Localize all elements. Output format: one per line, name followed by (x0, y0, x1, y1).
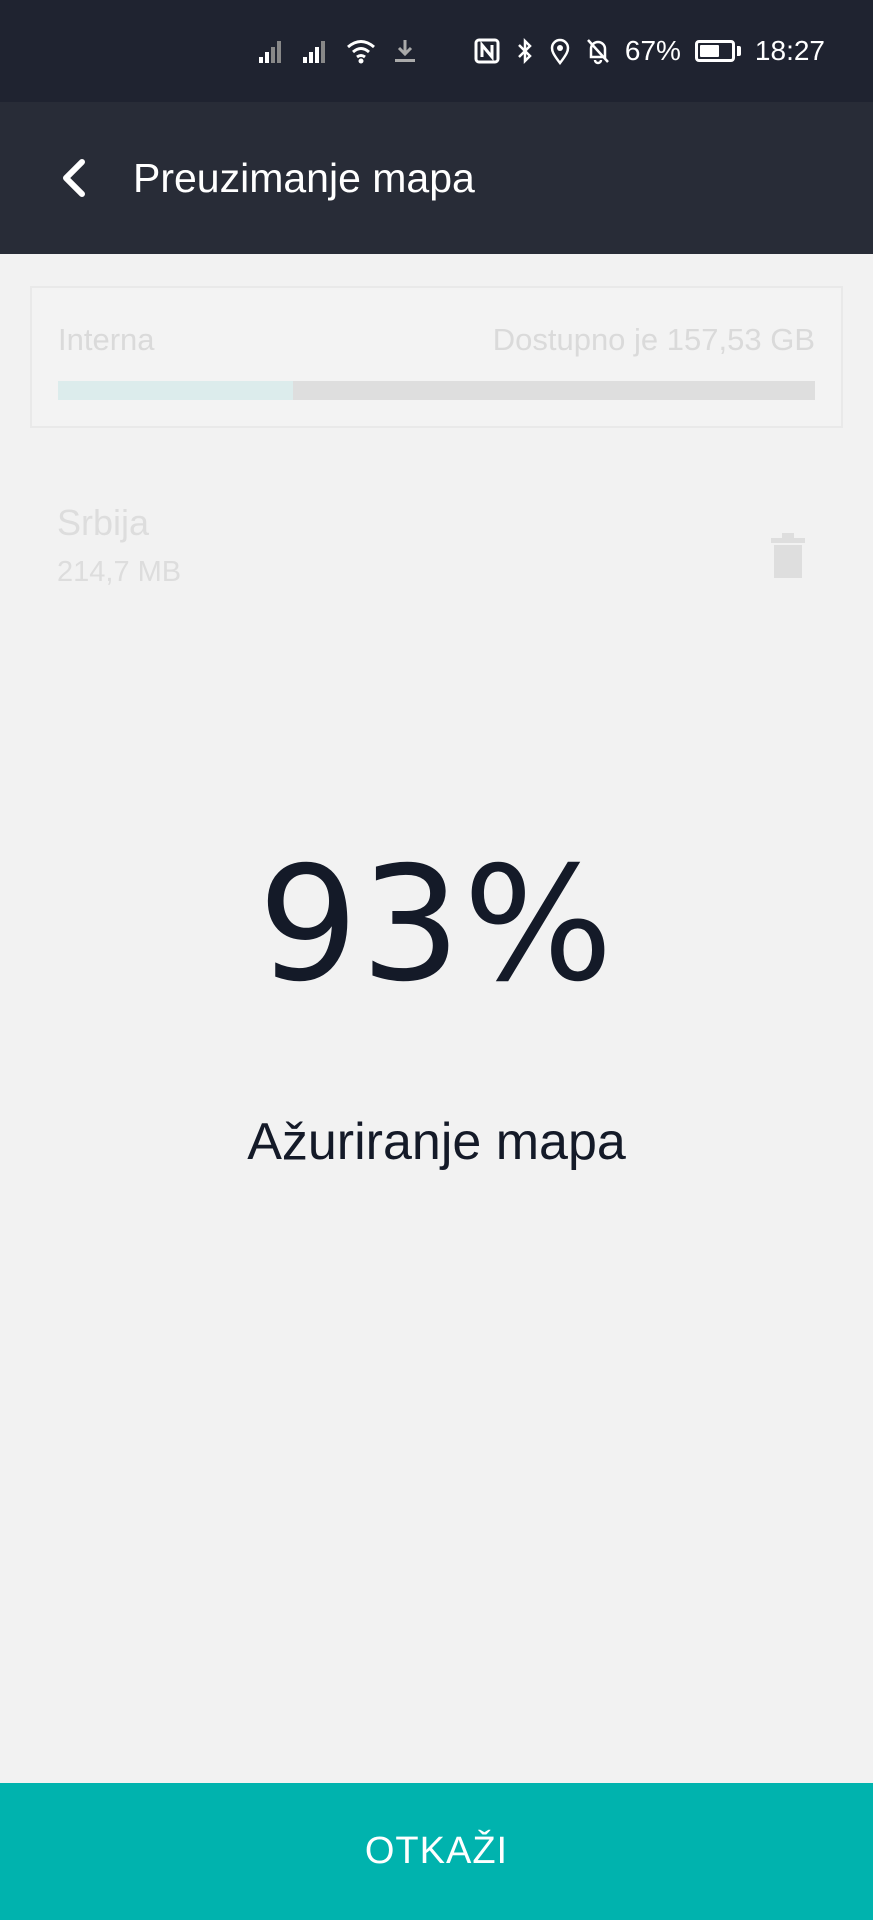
back-button[interactable] (24, 128, 124, 228)
wifi-icon (345, 35, 377, 67)
map-list-item: Srbija 214,7 MB (0, 480, 873, 600)
app-bar: Preuzimanje mapa (0, 102, 873, 254)
storage-bar (58, 381, 815, 400)
storage-label: Interna (58, 322, 155, 357)
chevron-left-icon (63, 159, 85, 197)
signal-icon (257, 35, 287, 67)
map-name: Srbija (57, 502, 150, 543)
battery-percent: 67% (624, 35, 681, 66)
bluetooth-icon (515, 35, 535, 67)
map-size: 214,7 MB (57, 556, 182, 588)
trash-icon (771, 533, 805, 578)
storage-available: Dostupno je 157,53 GB (492, 322, 815, 357)
storage-card: Interna Dostupno je 157,53 GB (30, 286, 843, 428)
signal-icon (301, 35, 331, 67)
clock: 18:27 (754, 35, 825, 66)
page-title: Preuzimanje mapa (133, 154, 475, 201)
cancel-button[interactable]: OTKAŽI (0, 1783, 873, 1920)
nfc-icon (473, 35, 501, 67)
delete-map-button[interactable] (752, 520, 824, 592)
download-icon (391, 35, 419, 67)
notifications-off-icon (585, 35, 611, 67)
progress-percent: 93% (257, 833, 616, 1017)
battery-fill (699, 45, 719, 57)
storage-bar-fill (58, 381, 293, 400)
progress-label: Ažuriranje mapa (247, 1113, 626, 1171)
status-bar: 67% 18:27 (0, 0, 873, 102)
screen: 67% 18:27 Preuzimanje mapa Interna Dostu… (0, 0, 873, 1920)
battery-icon (694, 40, 741, 62)
location-icon (549, 35, 571, 67)
